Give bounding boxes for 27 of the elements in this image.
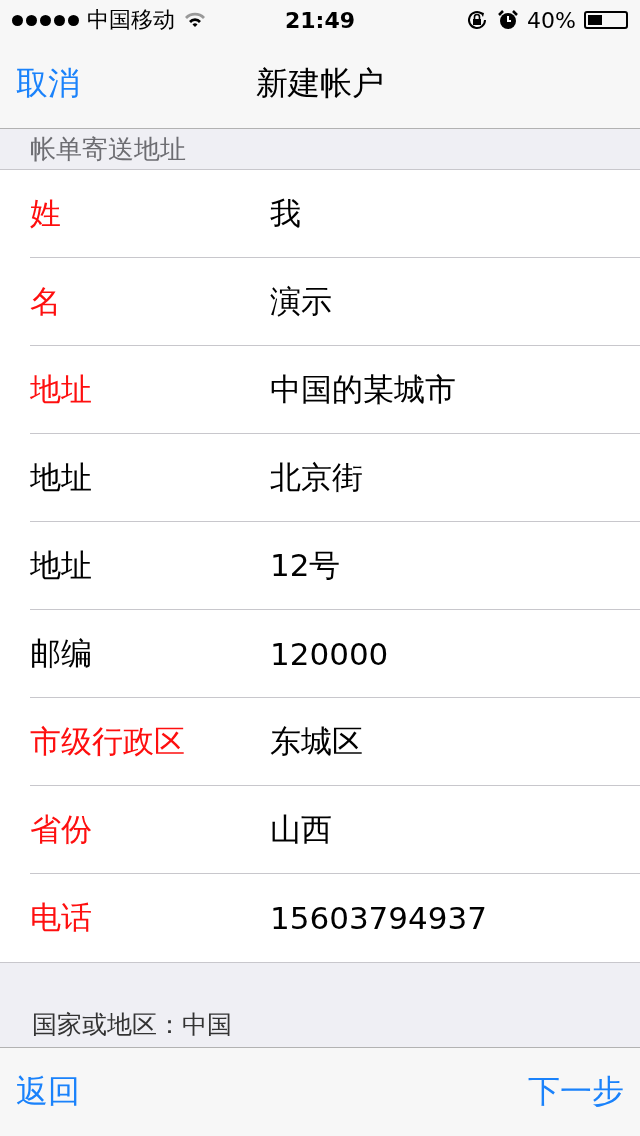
signal-icon [12, 14, 79, 26]
input-field[interactable]: 东城区 [270, 720, 363, 763]
input-field[interactable]: 15603794937 [270, 900, 487, 936]
status-time: 21:49 [285, 7, 355, 33]
field-label: 市级行政区 [30, 721, 186, 761]
wifi-icon [183, 11, 207, 29]
battery-percent: 40% [527, 7, 576, 33]
field-label: 名 [30, 281, 62, 321]
carrier-name: 中国移动 [87, 6, 175, 34]
field-label: 电话 [30, 898, 93, 937]
input-field[interactable]: 中国的某城市 [270, 368, 456, 411]
input-field[interactable]: 演示 [270, 280, 332, 323]
field-label: 地址 [30, 369, 93, 409]
input-field[interactable]: 120000 [270, 635, 389, 672]
input-field[interactable]: 我 [270, 192, 301, 235]
field-label: 邮编 [30, 633, 93, 673]
alarm-icon [497, 9, 520, 31]
input-field[interactable]: 12号 [270, 544, 341, 587]
nav-title: 新建帐户 [256, 63, 384, 104]
input-field[interactable]: 山西 [270, 808, 332, 851]
battery-icon [584, 11, 628, 29]
country-text: 国家或地区：中国 [32, 1009, 232, 1041]
field-label: 地址 [30, 457, 93, 497]
field-label: 地址 [30, 545, 93, 585]
field-label: 姓 [30, 193, 62, 233]
input-field[interactable]: 北京街 [270, 456, 363, 499]
field-label: 省份 [30, 809, 93, 849]
